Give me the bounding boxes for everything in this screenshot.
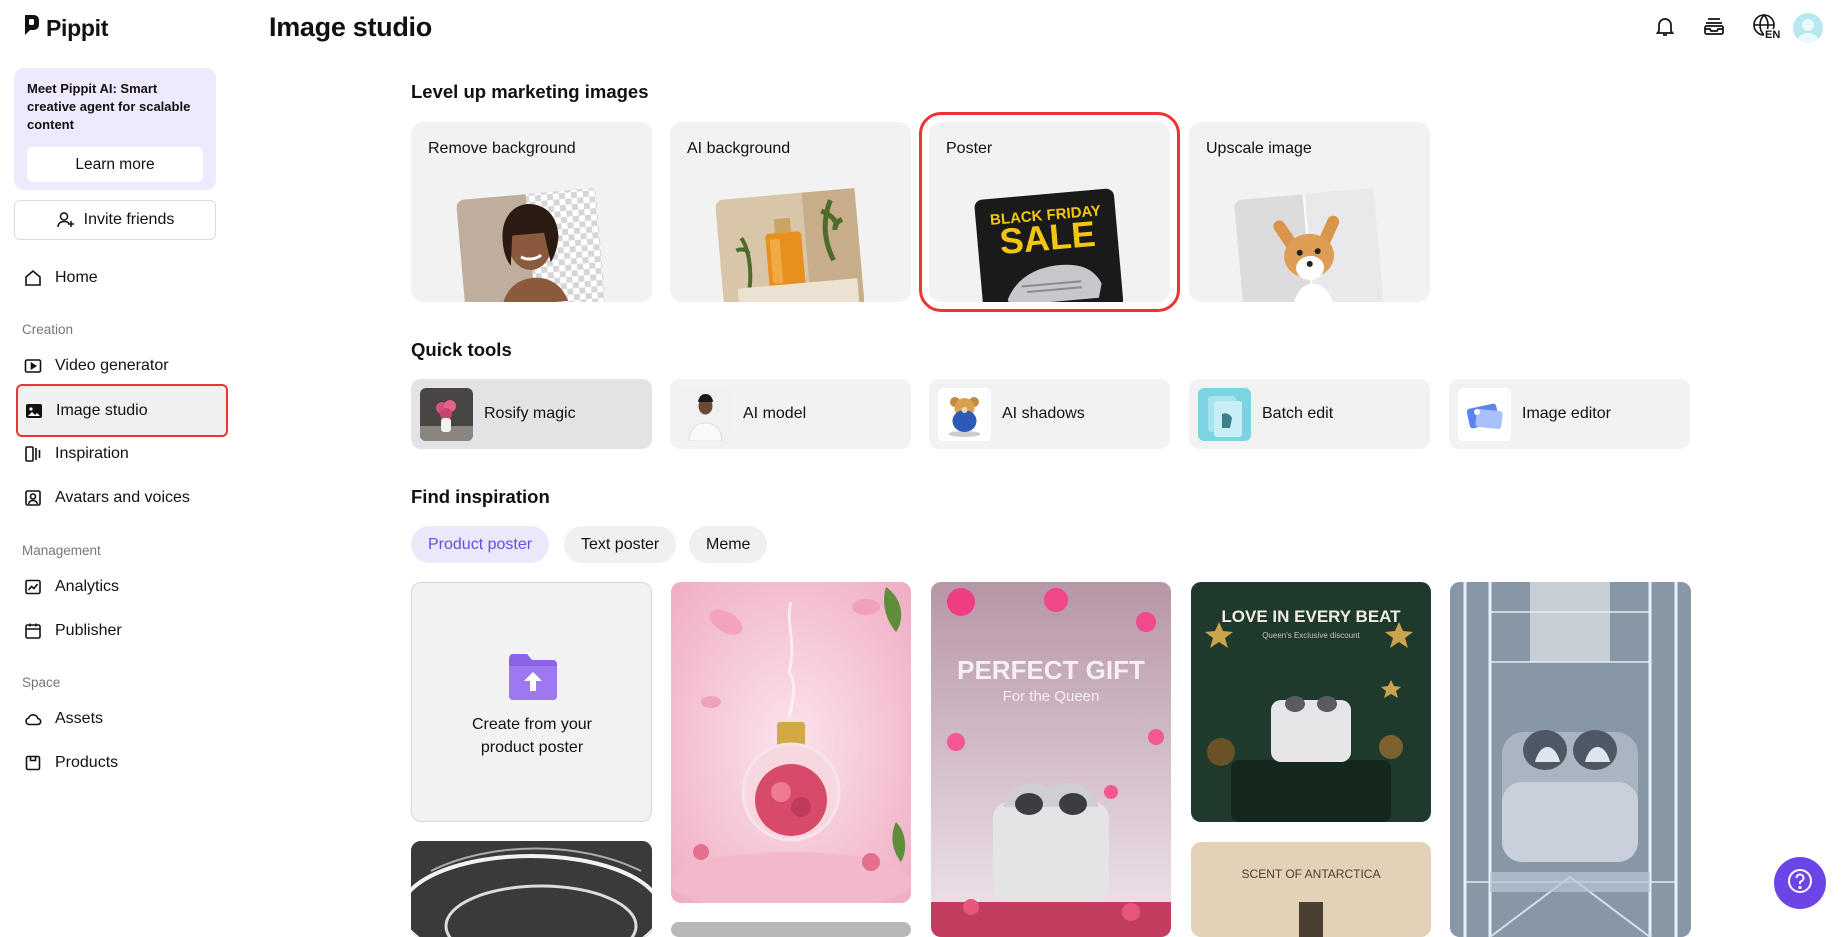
sidebar-item-publisher[interactable]: Publisher	[16, 610, 226, 652]
card-label: Poster	[946, 140, 993, 157]
find-inspiration-title: Find inspiration	[411, 486, 550, 507]
upscale-image-card[interactable]: Upscale image	[1189, 122, 1430, 302]
chip-text-poster[interactable]: Text poster	[564, 526, 677, 563]
ai-background-card[interactable]: AI background	[670, 122, 911, 302]
ai-shadows-thumbnail	[938, 387, 991, 441]
gift-subtitle: For the Queen	[1003, 688, 1100, 705]
inspiration-tile-antarctica[interactable]: SCENT OF ANTARCTICA	[1191, 842, 1431, 937]
brand-logo[interactable]: Pippit	[22, 14, 108, 42]
sidebar-item-products[interactable]: Products	[16, 742, 226, 784]
image-editor-thumbnail	[1458, 387, 1511, 441]
nav-section-creation: Creation	[22, 322, 74, 337]
avatar-icon	[23, 488, 43, 508]
remove-background-card[interactable]: Remove background	[411, 122, 652, 302]
tool-label: AI shadows	[1002, 405, 1085, 422]
create-card-label: Create from your product poster	[471, 716, 593, 756]
love-subtitle: Queen's Exclusive discount	[1262, 631, 1360, 640]
chip-product-poster[interactable]: Product poster	[411, 526, 550, 563]
rosify-thumbnail	[420, 387, 473, 441]
sidebar-item-label: Image studio	[56, 401, 148, 419]
help-button[interactable]	[1774, 857, 1826, 909]
upload-folder-icon	[509, 654, 557, 700]
batch-edit-thumbnail	[1198, 387, 1251, 441]
video-icon	[23, 356, 43, 376]
sidebar-item-label: Video generator	[55, 357, 169, 374]
cloud-icon	[23, 709, 43, 729]
inbox-icon	[1702, 14, 1726, 43]
promo-card: Meet Pippit AI: Smart creative agent for…	[14, 68, 216, 190]
ai-model-thumbnail	[679, 387, 732, 441]
sidebar: Pippit Meet Pippit AI: Smart creative ag…	[0, 0, 230, 937]
inspiration-tile-partial[interactable]	[671, 922, 911, 937]
tool-image-editor[interactable]: Image editor	[1449, 379, 1690, 449]
remove-background-thumbnail	[456, 188, 605, 302]
notifications-button[interactable]	[1651, 14, 1679, 42]
sidebar-item-assets[interactable]: Assets	[16, 698, 226, 740]
sidebar-item-image-studio[interactable]: Image studio	[16, 384, 228, 437]
marketing-section-title: Level up marketing images	[411, 81, 649, 102]
sidebar-item-label: Products	[55, 754, 119, 771]
create-from-poster-card[interactable]: Create from your product poster	[411, 582, 652, 822]
ai-background-thumbnail	[715, 188, 864, 302]
inspiration-tile-love-every-beat[interactable]: LOVE IN EVERY BEAT Queen's Exclusive dis…	[1191, 582, 1431, 822]
sidebar-item-avatars-voices[interactable]: Avatars and voices	[16, 477, 226, 519]
brand-name: Pippit	[46, 14, 109, 41]
poster-line2: SALE	[998, 213, 1097, 262]
inspiration-icon	[23, 444, 43, 464]
tool-rosify-magic[interactable]: Rosify magic	[411, 379, 652, 449]
pippit-logo-icon	[22, 14, 40, 42]
sidebar-item-label: Home	[55, 269, 98, 286]
invite-friends-label: Invite friends	[83, 211, 175, 228]
tool-label: Image editor	[1522, 405, 1611, 422]
user-plus-icon	[56, 210, 76, 230]
poster-card[interactable]: Poster BLACK FRIDAY SALE	[919, 112, 1180, 312]
upscale-thumbnail	[1234, 188, 1383, 302]
sidebar-item-label: Inspiration	[55, 445, 129, 462]
inspiration-tile-airpods-glass[interactable]	[1450, 582, 1691, 937]
sidebar-item-analytics[interactable]: Analytics	[16, 566, 226, 608]
card-label: Remove background	[428, 140, 576, 157]
help-icon	[1786, 867, 1814, 900]
analytics-icon	[23, 577, 43, 597]
card-label: Upscale image	[1206, 140, 1312, 157]
inspiration-tile-perfect-gift[interactable]: PERFECT GIFT For the Queen	[931, 582, 1171, 937]
sidebar-item-label: Avatars and voices	[55, 489, 190, 506]
bell-icon	[1653, 14, 1677, 43]
inspiration-tile-ring-light[interactable]	[411, 841, 652, 937]
calendar-icon	[23, 621, 43, 641]
language-button[interactable]: EN	[1748, 13, 1782, 42]
sidebar-item-home[interactable]: Home	[16, 257, 226, 299]
language-badge: EN	[1764, 29, 1782, 41]
tool-ai-model[interactable]: AI model	[670, 379, 911, 449]
inbox-button[interactable]	[1700, 14, 1728, 42]
sidebar-item-inspiration[interactable]: Inspiration	[16, 433, 226, 475]
sidebar-item-label: Analytics	[55, 578, 120, 595]
card-label: AI background	[687, 140, 791, 157]
home-icon	[23, 268, 43, 288]
tool-label: Rosify magic	[484, 405, 576, 422]
tool-label: AI model	[743, 405, 807, 422]
poster-thumbnail: BLACK FRIDAY SALE	[974, 188, 1123, 302]
page-title: Image studio	[269, 12, 432, 42]
antarctica-title: SCENT OF ANTARCTICA	[1242, 867, 1381, 881]
nav-section-space: Space	[22, 675, 61, 690]
tool-batch-edit[interactable]: Batch edit	[1189, 379, 1430, 449]
tool-ai-shadows[interactable]: AI shadows	[929, 379, 1170, 449]
sidebar-item-video-generator[interactable]: Video generator	[16, 345, 226, 387]
inspiration-tile-perfume[interactable]	[671, 582, 911, 903]
user-avatar[interactable]	[1793, 13, 1823, 43]
quick-tools-title: Quick tools	[411, 339, 512, 360]
sidebar-item-label: Assets	[55, 710, 104, 727]
learn-more-button[interactable]: Learn more	[27, 147, 203, 182]
tool-label: Batch edit	[1262, 405, 1334, 422]
love-title: LOVE IN EVERY BEAT	[1221, 607, 1401, 626]
box-icon	[23, 753, 43, 773]
promo-text: Meet Pippit AI: Smart creative agent for…	[27, 81, 191, 132]
image-icon	[24, 401, 44, 421]
nav-section-management: Management	[22, 543, 101, 558]
sidebar-item-label: Publisher	[55, 622, 122, 639]
chip-meme[interactable]: Meme	[689, 526, 768, 563]
gift-title: PERFECT GIFT	[957, 655, 1145, 685]
invite-friends-button[interactable]: Invite friends	[14, 200, 216, 240]
